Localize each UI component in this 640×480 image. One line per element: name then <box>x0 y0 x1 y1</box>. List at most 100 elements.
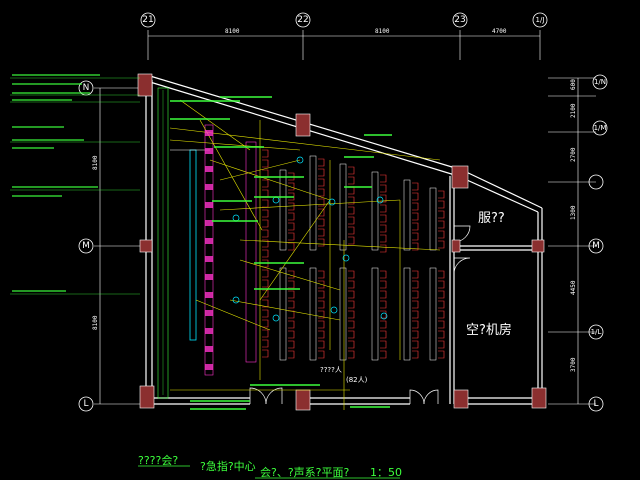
chair <box>288 242 295 251</box>
chair <box>412 310 419 319</box>
chair <box>262 169 269 178</box>
right-dimension-lines <box>548 77 596 405</box>
room-label-ac-room: 空?机房 <box>466 322 512 338</box>
chair <box>262 319 269 328</box>
chair <box>380 290 387 299</box>
annotation-bar <box>250 384 320 386</box>
axis-bubble-22: 22 <box>295 12 311 28</box>
chair <box>438 350 445 359</box>
chair <box>348 176 355 185</box>
chair <box>348 226 355 235</box>
chair <box>318 320 325 329</box>
seating-chairs <box>262 149 445 359</box>
chair <box>288 330 295 339</box>
chair <box>438 220 445 229</box>
chair <box>262 309 269 318</box>
chair <box>412 320 419 329</box>
chair <box>412 280 419 289</box>
floor-plan-svg: 8100 8100 4700 21 22 23 1/J 8100 8100 N … <box>10 12 608 479</box>
chair <box>318 168 325 177</box>
annotation-bar <box>170 118 230 120</box>
chair <box>438 230 445 239</box>
title-scale: 1：50 <box>370 466 402 479</box>
chair <box>412 330 419 339</box>
table <box>403 267 411 361</box>
table <box>429 267 437 361</box>
chair <box>438 290 445 299</box>
chair <box>412 212 419 221</box>
chair <box>412 340 419 349</box>
chair <box>262 179 269 188</box>
table <box>371 267 379 361</box>
annotation-bar <box>350 406 390 408</box>
cad-drawing-canvas: 8100 8100 4700 21 22 23 1/J 8100 8100 N … <box>0 0 640 480</box>
annotation-bar <box>170 100 240 102</box>
chair <box>438 330 445 339</box>
annotation-bar <box>220 96 272 98</box>
devices <box>170 96 392 410</box>
annotation-bar <box>212 220 258 222</box>
chair <box>380 234 387 243</box>
chair <box>438 340 445 349</box>
chair <box>380 320 387 329</box>
chair <box>380 330 387 339</box>
chair <box>318 290 325 299</box>
table <box>339 267 347 361</box>
chair <box>288 300 295 309</box>
chair <box>412 202 419 211</box>
axis-bubble-1l: 1/L <box>588 324 604 340</box>
chair <box>288 202 295 211</box>
chair <box>318 158 325 167</box>
chair <box>438 240 445 249</box>
structural-columns <box>137 73 547 411</box>
equipment-box <box>205 364 213 370</box>
annotation-bar <box>212 200 252 202</box>
dim-right-4: 1300 <box>570 205 577 220</box>
chair <box>380 300 387 309</box>
chair <box>262 229 269 238</box>
dim-right-2: 2100 <box>570 103 577 118</box>
chair <box>380 224 387 233</box>
equipment-box <box>205 220 213 226</box>
dim-top-1: 8100 <box>225 28 240 35</box>
equipment-box <box>205 310 213 316</box>
table <box>309 155 317 251</box>
title-center: ?急指?中心 <box>200 459 256 473</box>
chair <box>262 329 269 338</box>
chair <box>380 204 387 213</box>
chair <box>318 178 325 187</box>
chair <box>348 186 355 195</box>
annotation-bar <box>254 196 294 198</box>
seat-note: ????人 <box>320 366 342 374</box>
cable-line <box>179 99 251 151</box>
chair <box>348 236 355 245</box>
cable-line <box>209 159 331 201</box>
chair <box>348 290 355 299</box>
cable-line <box>229 299 341 321</box>
chair <box>318 228 325 237</box>
cable-line <box>169 139 301 151</box>
chair <box>348 270 355 279</box>
chair <box>262 279 269 288</box>
chair <box>262 269 269 278</box>
svg-text:1/M: 1/M <box>594 124 607 132</box>
chair <box>262 349 269 358</box>
table <box>371 171 379 251</box>
chair <box>412 192 419 201</box>
chair <box>380 340 387 349</box>
axis-bubble-21: 21 <box>140 12 156 28</box>
table <box>403 179 411 251</box>
speaker-device <box>272 314 280 322</box>
chair <box>348 216 355 225</box>
svg-text:M: M <box>82 241 90 251</box>
svg-text:L: L <box>83 399 88 409</box>
chair <box>288 340 295 349</box>
chair <box>438 190 445 199</box>
table <box>429 187 437 251</box>
dim-top-2: 8100 <box>375 28 390 35</box>
equipment-box <box>205 292 213 298</box>
chair <box>348 206 355 215</box>
table <box>279 169 287 251</box>
cable-runs <box>169 99 441 410</box>
annotation-bar <box>364 134 392 136</box>
